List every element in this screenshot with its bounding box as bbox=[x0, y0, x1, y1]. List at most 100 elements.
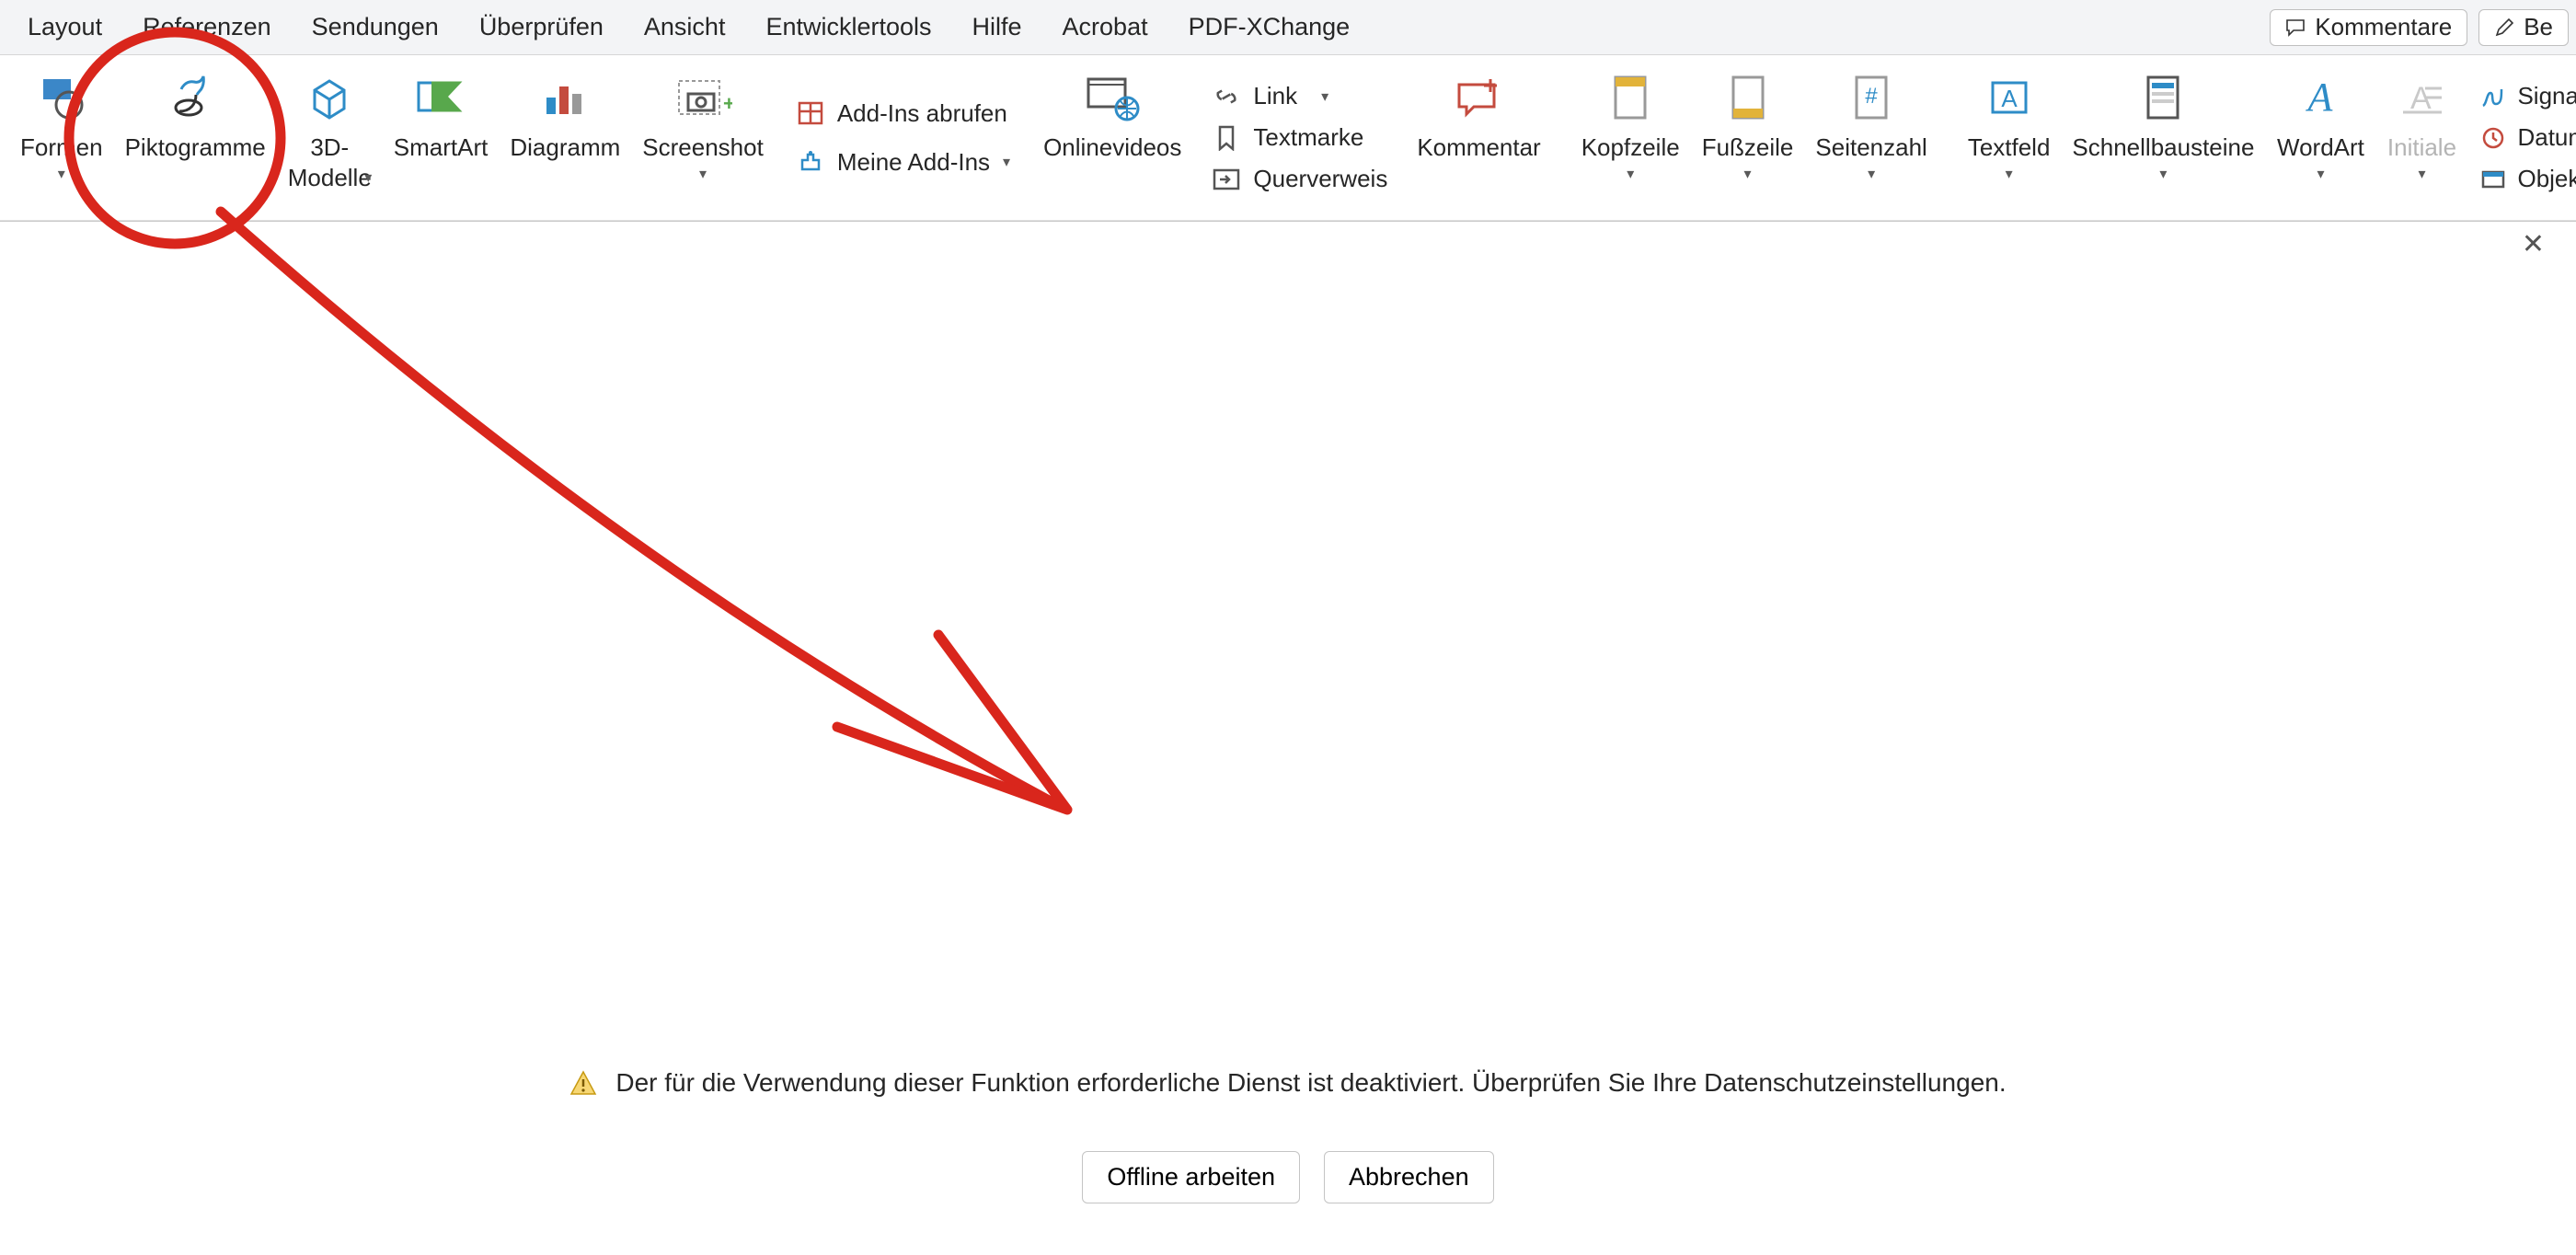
bookmark-button[interactable]: Textmarke bbox=[1211, 123, 1387, 152]
cancel-button[interactable]: Abbrechen bbox=[1324, 1151, 1494, 1203]
video-globe-icon bbox=[1083, 68, 1142, 127]
tab-acrobat[interactable]: Acrobat bbox=[1042, 0, 1168, 54]
comments-button[interactable]: Kommentare bbox=[2270, 9, 2467, 46]
bookmark-icon bbox=[1211, 125, 1242, 151]
close-pane-button[interactable]: ✕ bbox=[2522, 231, 2545, 259]
chevron-down-icon: ▾ bbox=[1321, 87, 1328, 106]
quickparts-button[interactable]: Schnellbausteine ▾ bbox=[2061, 59, 2265, 216]
smartart-button[interactable]: SmartArt bbox=[383, 59, 500, 216]
group-comment: Kommentar bbox=[1397, 55, 1560, 220]
camera-icon: + bbox=[673, 68, 732, 127]
my-addins-label: Meine Add-Ins bbox=[837, 148, 990, 177]
crossref-button[interactable]: Querverweis bbox=[1211, 165, 1387, 193]
online-videos-label: Onlinevideos bbox=[1043, 132, 1181, 163]
footer-icon bbox=[1728, 68, 1768, 127]
svg-text:A: A bbox=[2001, 85, 2018, 112]
edit-label: Be bbox=[2524, 13, 2553, 41]
icons-task-pane: ✕ Der für die Verwendung dieser Funktion… bbox=[0, 221, 2576, 1255]
header-button[interactable]: Kopfzeile ▾ bbox=[1570, 59, 1691, 216]
pictogram-icon bbox=[168, 68, 222, 127]
wordart-button[interactable]: A WordArt ▾ bbox=[2265, 59, 2375, 216]
textbox-icon: A bbox=[1987, 68, 2031, 127]
textbox-button[interactable]: A Textfeld ▾ bbox=[1957, 59, 2062, 216]
chevron-down-icon: ▾ bbox=[364, 168, 372, 187]
tab-hilfe[interactable]: Hilfe bbox=[952, 0, 1042, 54]
addin-icon bbox=[797, 149, 824, 175]
screenshot-label: Screenshot bbox=[642, 132, 764, 163]
service-disabled-text: Der für die Verwendung dieser Funktion e… bbox=[615, 1068, 2006, 1098]
3d-models-label: 3D- Modelle bbox=[288, 132, 372, 192]
tab-ansicht[interactable]: Ansicht bbox=[624, 0, 746, 54]
datetime-label: Datum und Uhrzeit bbox=[2517, 123, 2576, 152]
comment-label: Kommentar bbox=[1417, 132, 1540, 163]
link-icon bbox=[1211, 86, 1242, 107]
tab-pdf-xchange[interactable]: PDF-XChange bbox=[1168, 0, 1371, 54]
object-label: Objekt bbox=[2517, 165, 2576, 193]
group-links: Link ▾ Textmarke Querverweis bbox=[1202, 55, 1397, 220]
object-button[interactable]: Objekt ▾ bbox=[2480, 165, 2576, 193]
wordart-label: WordArt bbox=[2277, 132, 2364, 163]
chevron-down-icon: ▾ bbox=[2006, 165, 2013, 183]
edit-button[interactable]: Be bbox=[2478, 9, 2569, 46]
tab-referenzen[interactable]: Referenzen bbox=[122, 0, 292, 54]
get-addins-button[interactable]: Add-Ins abrufen bbox=[797, 99, 1010, 128]
chevron-down-icon: ▾ bbox=[1627, 165, 1634, 183]
online-videos-button[interactable]: Onlinevideos bbox=[1032, 59, 1192, 216]
header-label: Kopfzeile bbox=[1581, 132, 1680, 163]
clock-icon bbox=[2480, 126, 2506, 150]
text-subgroup: Signaturzeile ▾ Datum und Uhrzeit Objekt… bbox=[2467, 59, 2576, 216]
svg-text:A: A bbox=[2306, 75, 2334, 120]
service-disabled-message: Der für die Verwendung dieser Funktion e… bbox=[0, 1068, 2576, 1098]
group-illustrations: Formen ▾ Piktogramme 3D- Modelle ▾ bbox=[0, 55, 784, 220]
crossref-label: Querverweis bbox=[1253, 165, 1387, 193]
dropcap-button[interactable]: A Initiale ▾ bbox=[2375, 59, 2467, 216]
dropcap-icon: A bbox=[2398, 68, 2445, 127]
datetime-button[interactable]: Datum und Uhrzeit bbox=[2480, 123, 2576, 152]
screenshot-button[interactable]: + Screenshot ▾ bbox=[631, 59, 775, 216]
smartart-label: SmartArt bbox=[394, 132, 489, 163]
svg-text:#: # bbox=[1865, 84, 1878, 109]
quickparts-label: Schnellbausteine bbox=[2072, 132, 2254, 163]
ribbon-tab-strip: Layout Referenzen Sendungen Überprüfen A… bbox=[0, 0, 2576, 55]
tab-layout[interactable]: Layout bbox=[7, 0, 122, 54]
store-icon bbox=[797, 100, 824, 126]
tab-sendungen[interactable]: Sendungen bbox=[292, 0, 459, 54]
crossref-icon bbox=[1211, 168, 1242, 190]
bookmark-label: Textmarke bbox=[1253, 123, 1363, 152]
warning-icon bbox=[569, 1069, 597, 1097]
link-button[interactable]: Link ▾ bbox=[1211, 82, 1387, 110]
footer-label: Fußzeile bbox=[1702, 132, 1794, 163]
smartart-icon bbox=[415, 68, 466, 127]
signature-label: Signaturzeile bbox=[2517, 82, 2576, 110]
pagenum-button[interactable]: # Seitenzahl ▾ bbox=[1804, 59, 1938, 216]
3d-models-button[interactable]: 3D- Modelle ▾ bbox=[277, 59, 383, 216]
object-icon bbox=[2480, 168, 2506, 190]
ribbon-insert: Formen ▾ Piktogramme 3D- Modelle ▾ bbox=[0, 55, 2576, 221]
footer-button[interactable]: Fußzeile ▾ bbox=[1691, 59, 1805, 216]
group-addins: Add-Ins abrufen Meine Add-Ins ▾ bbox=[784, 55, 1023, 220]
get-addins-label: Add-Ins abrufen bbox=[837, 99, 1007, 128]
quickparts-icon bbox=[2143, 68, 2183, 127]
chevron-down-icon: ▾ bbox=[1868, 165, 1875, 183]
comment-button[interactable]: Kommentar bbox=[1406, 59, 1551, 216]
chart-button[interactable]: Diagramm bbox=[499, 59, 631, 216]
shapes-icon bbox=[38, 68, 86, 127]
comments-label: Kommentare bbox=[2315, 13, 2452, 41]
tab-entwicklertools[interactable]: Entwicklertools bbox=[745, 0, 951, 54]
speech-bubble-icon bbox=[2285, 17, 2306, 38]
tab-ueberpruefen[interactable]: Überprüfen bbox=[459, 0, 624, 54]
chart-icon bbox=[541, 68, 589, 127]
shapes-button[interactable]: Formen ▾ bbox=[9, 59, 114, 216]
icons-button[interactable]: Piktogramme bbox=[114, 59, 277, 216]
work-offline-button[interactable]: Offline arbeiten bbox=[1082, 1151, 1300, 1203]
cube-icon bbox=[305, 68, 353, 127]
signature-button[interactable]: Signaturzeile ▾ bbox=[2480, 82, 2576, 110]
dialog-buttons: Offline arbeiten Abbrechen bbox=[0, 1151, 2576, 1203]
my-addins-button[interactable]: Meine Add-Ins ▾ bbox=[797, 148, 1010, 177]
chart-label: Diagramm bbox=[510, 132, 620, 163]
chevron-down-icon: ▾ bbox=[2418, 165, 2425, 183]
header-icon bbox=[1610, 68, 1650, 127]
group-text: A Textfeld ▾ Schnellbausteine ▾ A WordAr… bbox=[1948, 55, 2576, 220]
textbox-label: Textfeld bbox=[1968, 132, 2051, 163]
close-icon: ✕ bbox=[2522, 229, 2545, 259]
